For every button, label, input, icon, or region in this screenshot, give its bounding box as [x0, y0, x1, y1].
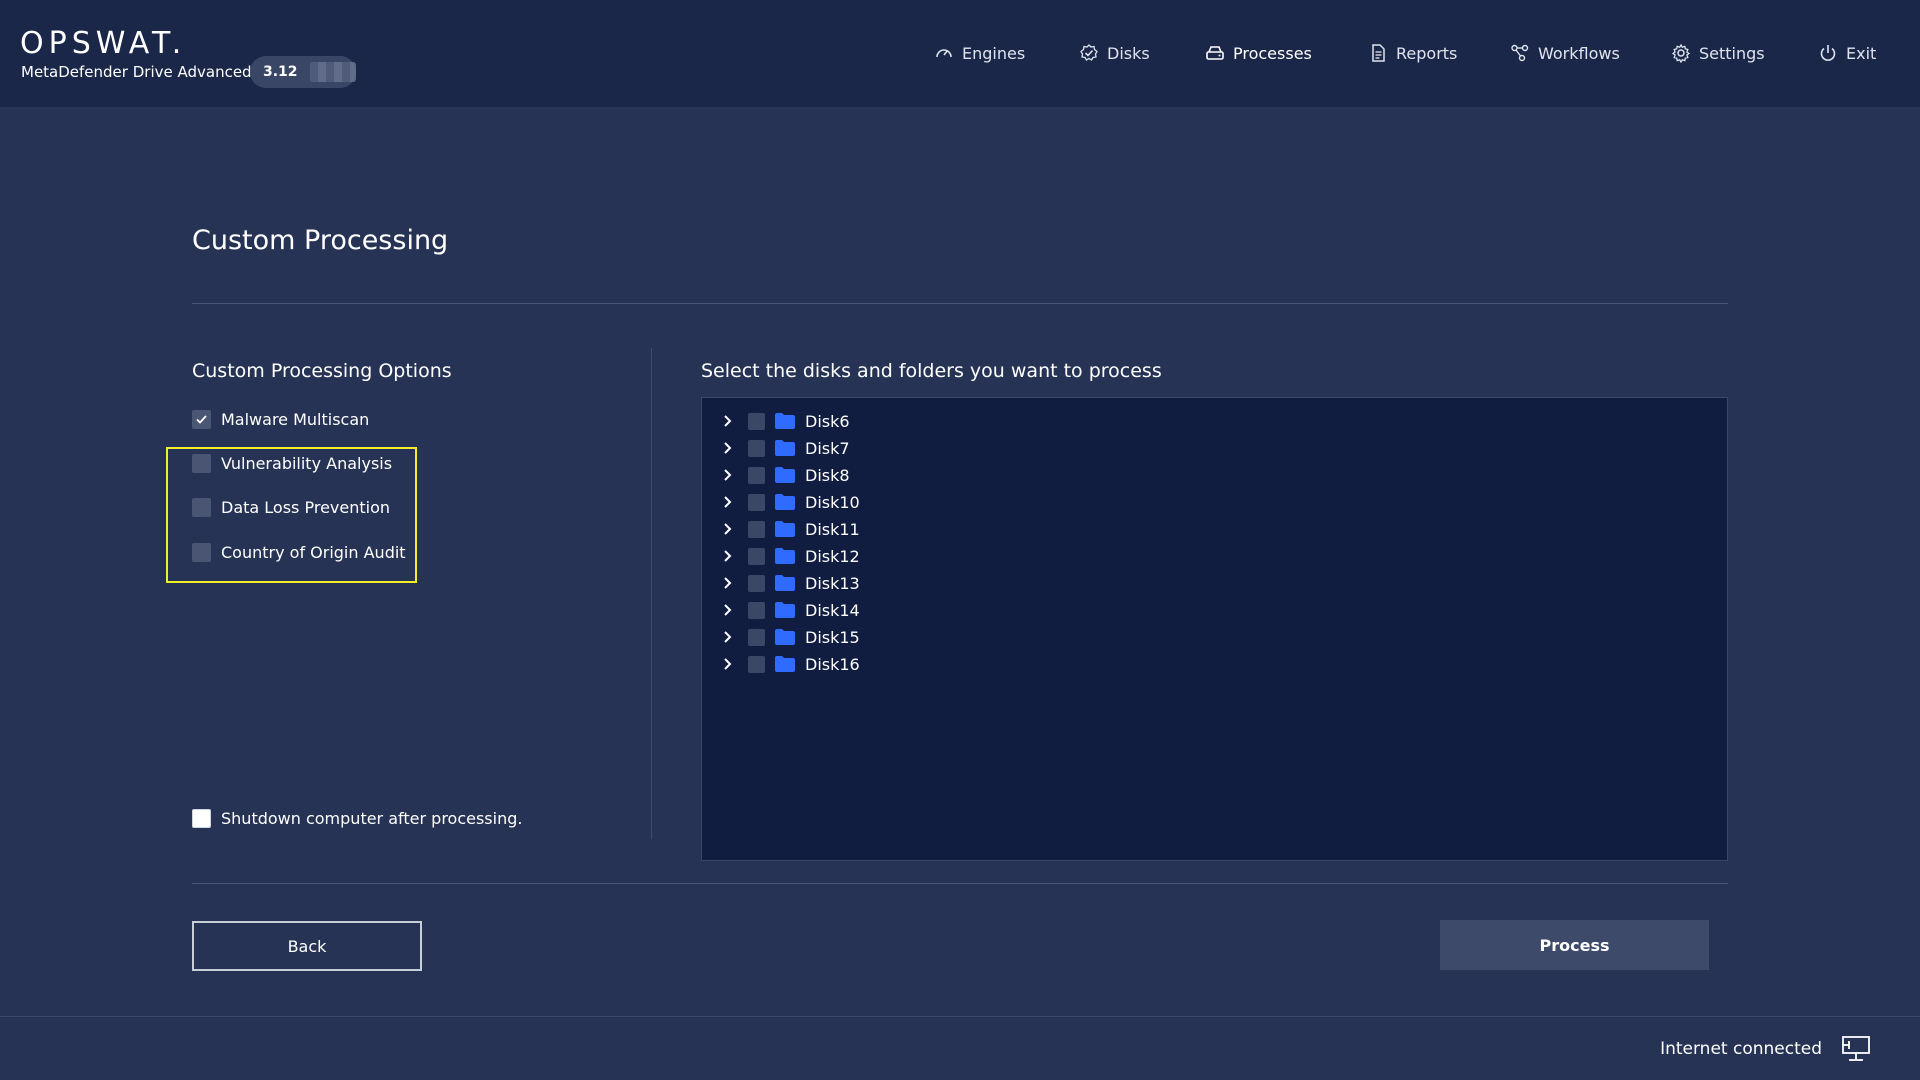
tree-item-disk8[interactable]: Disk8 [720, 463, 850, 487]
tree-checkbox[interactable] [748, 574, 765, 592]
folder-icon [775, 521, 795, 537]
tree-item-label: Disk10 [805, 492, 860, 512]
opswat-logo: OPSWAT. [20, 26, 187, 61]
tree-checkbox[interactable] [748, 601, 765, 619]
tree-item-disk15[interactable]: Disk15 [720, 625, 860, 649]
shutdown-label: Shutdown computer after processing. [221, 808, 523, 828]
tree-checkbox[interactable] [748, 466, 765, 484]
chevron-right-icon[interactable] [720, 440, 736, 456]
check-badge-icon [1080, 44, 1098, 61]
nav-label: Workflows [1538, 43, 1620, 63]
drive-icon [1206, 46, 1224, 60]
tree-item-disk14[interactable]: Disk14 [720, 598, 860, 622]
back-button[interactable]: Back [192, 921, 422, 971]
folder-icon [775, 548, 795, 564]
tree-checkbox[interactable] [748, 547, 765, 565]
tree-item-label: Disk6 [805, 411, 850, 431]
chevron-right-icon[interactable] [720, 629, 736, 645]
tree-checkbox[interactable] [748, 493, 765, 511]
nav-disks[interactable]: Disks [1079, 40, 1150, 66]
highlight-box [166, 447, 417, 583]
folder-icon [775, 575, 795, 591]
nav-label: Engines [962, 43, 1026, 63]
checkbox-checked[interactable] [192, 409, 211, 429]
tree-item-label: Disk15 [805, 627, 860, 647]
tree-item-disk11[interactable]: Disk11 [720, 517, 860, 541]
workflow-icon [1511, 44, 1529, 62]
chevron-right-icon[interactable] [720, 494, 736, 510]
chevron-right-icon[interactable] [720, 413, 736, 429]
tree-checkbox[interactable] [748, 439, 765, 457]
version-badge: 3.12 [250, 56, 356, 88]
nav-reports[interactable]: Reports [1368, 40, 1457, 66]
folder-icon [775, 467, 795, 483]
power-icon [1820, 45, 1836, 61]
column-divider [651, 348, 652, 839]
chevron-right-icon[interactable] [720, 602, 736, 618]
top-bar: OPSWAT. MetaDefender Drive Advanced 3.12… [0, 0, 1920, 107]
gauge-icon [936, 49, 952, 58]
tree-item-label: Disk7 [805, 438, 850, 458]
nav-processes[interactable]: Processes [1205, 40, 1312, 66]
tree-item-label: Disk14 [805, 600, 860, 620]
tree-item-disk16[interactable]: Disk16 [720, 652, 860, 676]
document-icon [1372, 44, 1385, 62]
tree-item-label: Disk13 [805, 573, 860, 593]
nav-label: Processes [1233, 43, 1312, 63]
product-name: MetaDefender Drive Advanced [21, 63, 252, 81]
nav-engines[interactable]: Engines [934, 40, 1025, 66]
nav-settings[interactable]: Settings [1671, 40, 1765, 66]
tree-item-disk6[interactable]: Disk6 [720, 409, 850, 433]
version-number: 3.12 [263, 64, 298, 80]
tree-checkbox[interactable] [748, 655, 765, 673]
folder-icon [775, 494, 795, 510]
tree-item-disk7[interactable]: Disk7 [720, 436, 850, 460]
options-title: Custom Processing Options [192, 360, 452, 382]
option-shutdown[interactable]: Shutdown computer after processing. [192, 806, 522, 830]
tree-item-label: Disk16 [805, 654, 860, 674]
nav-label: Exit [1846, 43, 1877, 63]
option-malware-multiscan[interactable]: Malware Multiscan [192, 407, 369, 431]
page-title: Custom Processing [192, 225, 449, 256]
nav-label: Reports [1396, 43, 1458, 63]
nav-label: Settings [1699, 43, 1765, 63]
tree-item-label: Disk8 [805, 465, 850, 485]
nav-label: Disks [1107, 43, 1150, 63]
chevron-right-icon[interactable] [720, 521, 736, 537]
tree-item-label: Disk12 [805, 546, 860, 566]
tree-title: Select the disks and folders you want to… [701, 360, 1162, 382]
tree-item-disk12[interactable]: Disk12 [720, 544, 860, 568]
actions-divider [192, 883, 1728, 884]
chevron-right-icon[interactable] [720, 548, 736, 564]
folder-icon [775, 629, 795, 645]
process-button[interactable]: Process [1440, 920, 1709, 970]
folder-icon [775, 602, 795, 618]
chevron-right-icon[interactable] [720, 575, 736, 591]
tree-item-disk13[interactable]: Disk13 [720, 571, 860, 595]
chevron-right-icon[interactable] [720, 656, 736, 672]
tree-item-disk10[interactable]: Disk10 [720, 490, 860, 514]
gear-icon [1671, 43, 1691, 63]
tree-checkbox[interactable] [748, 520, 765, 538]
nav-workflows[interactable]: Workflows [1510, 40, 1620, 66]
folder-icon [775, 413, 795, 429]
title-divider [192, 303, 1728, 304]
connection-status: Internet connected [1660, 1039, 1822, 1059]
tree-checkbox[interactable] [748, 412, 765, 430]
chevron-right-icon[interactable] [720, 467, 736, 483]
nav-exit[interactable]: Exit [1818, 40, 1876, 66]
check-icon [196, 414, 207, 424]
folder-icon [775, 656, 795, 672]
tree-checkbox[interactable] [748, 628, 765, 646]
version-redacted [309, 62, 356, 82]
option-label: Malware Multiscan [221, 409, 370, 429]
disk-tree-panel: Disk6 Disk7 Disk8 Disk10 Disk11 Disk12 D… [701, 397, 1728, 861]
shutdown-checkbox[interactable] [192, 808, 211, 828]
status-footer: Internet connected [0, 1016, 1920, 1080]
tree-item-label: Disk11 [805, 519, 860, 539]
folder-icon [775, 440, 795, 456]
monitor-network-icon [1842, 1036, 1870, 1061]
